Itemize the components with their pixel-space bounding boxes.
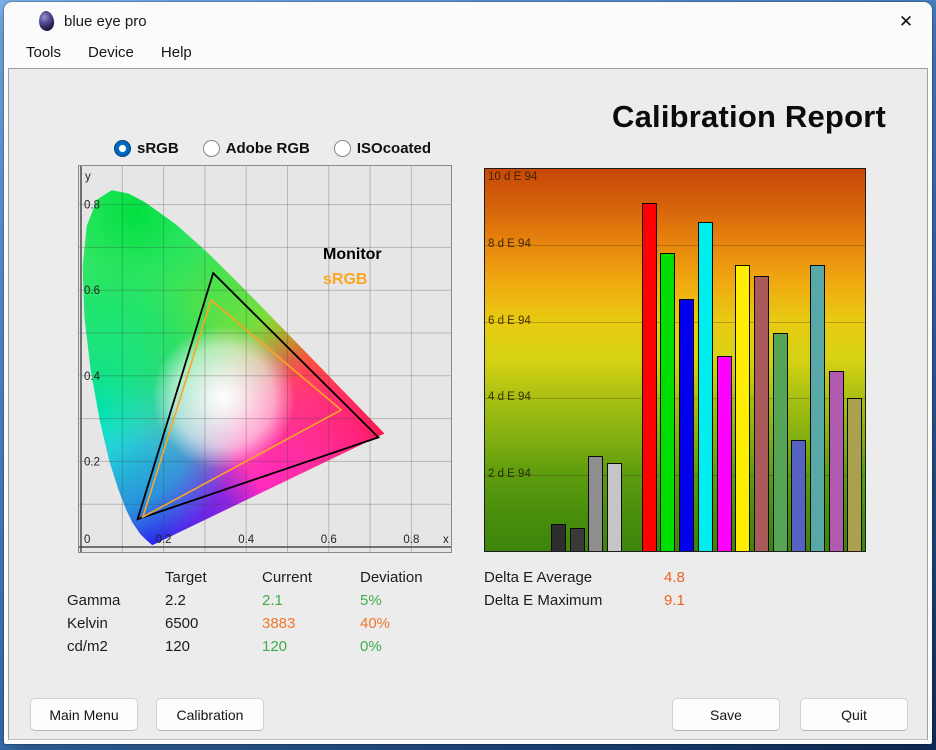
axis-tick-label: y [85, 171, 91, 183]
delta-e-bar-green [660, 253, 676, 551]
close-icon[interactable]: ✕ [893, 9, 919, 35]
app-window: blue eye pro ✕ Tools Device Help Calibrati… [4, 2, 932, 744]
menu-item-help[interactable]: Help [151, 41, 202, 66]
deviation-value: 0% [360, 638, 382, 655]
cie-legend-monitor: Monitor [323, 246, 382, 263]
cie-chromaticity-diagram: y 0.2 0.4 0.6 0.8 0 0.2 0.4 0.6 0.8 x Monitor sRGB [78, 165, 452, 553]
save-button[interactable]: Save [672, 698, 780, 731]
delta-e-bar-yellow [735, 264, 751, 551]
page-title: Calibration Report [611, 99, 886, 134]
axis-tick-label: 0 [84, 534, 90, 546]
delta-e-bar-chart: 10 d E 94 8 d E 94 6 d E 94 4 d E 94 2 d E 9… [484, 168, 866, 552]
menu-item-tools[interactable]: Tools [16, 41, 71, 66]
delta-e-bar-olive [847, 398, 863, 551]
table-corner-cell [67, 566, 165, 589]
deviation-value: 5% [360, 592, 382, 609]
delta-e-bar-gray [588, 455, 604, 551]
delta-bars-layer [485, 169, 865, 551]
delta-e-bar-slate-blue [791, 440, 807, 551]
cie-diagram-svg: y 0.2 0.4 0.6 0.8 0 0.2 0.4 0.6 0.8 x Monitor sRGB [79, 166, 451, 552]
quit-button[interactable]: Quit [800, 698, 908, 731]
column-header-target: Target [165, 569, 207, 586]
delta-e-bar-magenta [716, 356, 732, 551]
app-icon [37, 10, 56, 32]
target-value: 6500 [165, 615, 199, 632]
row-label-kelvin: Kelvin [67, 615, 108, 632]
axis-tick-label: 0.8 [84, 200, 100, 212]
delta-e-bar-light-gray [607, 463, 623, 551]
column-header-current: Current [262, 569, 313, 586]
calibration-button[interactable]: Calibration [156, 698, 264, 731]
delta-e-average-value: 4.8 [664, 569, 685, 586]
axis-tick-label: 0.6 [84, 285, 100, 297]
current-value: 2.1 [262, 592, 283, 609]
axis-tick-label: 0.8 [403, 534, 419, 546]
profile-selector: sRGB Adobe RGB ISOcoated [114, 140, 431, 157]
cie-legend-srgb: sRGB [323, 271, 367, 288]
axis-tick-label: 0.2 [156, 534, 172, 546]
target-value: 120 [165, 638, 191, 655]
radio-label: sRGB [137, 140, 179, 157]
delta-e-bar-blue [679, 298, 695, 551]
deviation-value: 40% [360, 615, 391, 632]
calibration-results-table: Target Current Deviation Gamma 2.2 2.1 5% Kelvi… [67, 566, 470, 658]
title-bar[interactable]: blue eye pro ✕ [4, 2, 932, 40]
delta-e-bar-brown-red [753, 275, 769, 551]
delta-e-bar-teal [809, 264, 825, 551]
delta-e-bar-mid-green [772, 333, 788, 551]
delta-e-maximum-label: Delta E Maximum [484, 592, 603, 609]
row-label-cd-m2: cd/m2 [67, 638, 108, 655]
axis-tick-label: 0.4 [238, 534, 255, 546]
delta-e-bar-purple [828, 371, 844, 551]
radio-option-srgb[interactable]: sRGB [114, 140, 179, 157]
delta-e-bar-dark-gray [569, 528, 585, 551]
radio-circle-icon[interactable] [114, 140, 131, 157]
menu-bar: Tools Device Help [4, 38, 209, 68]
radio-option-adobe-rgb[interactable]: Adobe RGB [202, 140, 310, 157]
target-value: 2.2 [165, 592, 186, 609]
window-title: blue eye pro [64, 13, 147, 30]
menu-item-device[interactable]: Device [78, 41, 144, 66]
column-header-deviation: Deviation [360, 569, 423, 586]
current-value: 120 [262, 638, 288, 655]
axis-tick-label: 0.2 [84, 456, 100, 468]
radio-label: Adobe RGB [225, 140, 310, 157]
delta-e-bar-black [551, 524, 566, 551]
radio-circle-icon[interactable] [333, 140, 351, 157]
axis-tick-label: 0.4 [84, 371, 101, 383]
delta-e-bar-red [641, 203, 657, 551]
axis-tick-label: 0.6 [321, 534, 337, 546]
radio-option-isocoated[interactable]: ISOcoated [333, 140, 432, 157]
row-label-gamma: Gamma [67, 592, 121, 609]
delta-e-bar-cyan [697, 222, 713, 551]
radio-label: ISOcoated [356, 140, 432, 157]
main-menu-button[interactable]: Main Menu [30, 698, 138, 731]
delta-e-maximum-value: 9.1 [664, 592, 685, 609]
current-value: 3883 [262, 615, 296, 632]
main-panel: Calibration Report sRGB Adobe RGB ISOcoate… [8, 68, 928, 740]
axis-tick-label: x [443, 534, 449, 546]
radio-circle-icon[interactable] [202, 140, 220, 157]
delta-e-average-label: Delta E Average [484, 569, 593, 586]
delta-e-summary: Delta E Average 4.8 Delta E Maximum 9.1 [484, 566, 685, 612]
